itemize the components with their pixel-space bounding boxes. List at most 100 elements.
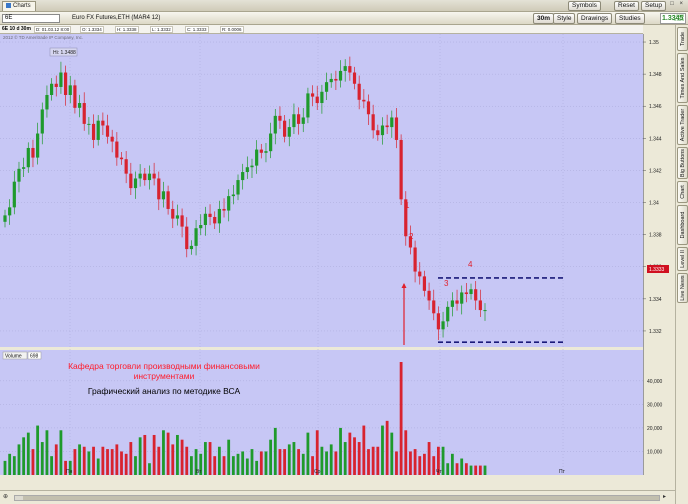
volume-bar — [17, 444, 21, 475]
pane-divider[interactable] — [0, 347, 643, 350]
candle-body — [22, 167, 26, 169]
sidetab-big-buttons[interactable]: Big Buttons — [677, 147, 688, 179]
candle-body — [110, 136, 114, 142]
volume-bar — [12, 456, 16, 475]
volume-bar — [120, 451, 123, 475]
volume-bar — [22, 437, 26, 475]
candle-body — [96, 120, 100, 140]
candle-body — [180, 215, 184, 227]
volume-bar — [59, 430, 63, 475]
candle-body — [115, 141, 119, 158]
volume-bar — [292, 442, 296, 475]
scroll-thumb[interactable] — [23, 496, 659, 500]
drawings-button[interactable]: Drawings — [577, 13, 613, 24]
style-button[interactable]: Style — [553, 13, 576, 24]
sidetab-trade-label: Trade — [679, 31, 686, 47]
tab-charts[interactable]: Charts — [2, 1, 36, 11]
candle-body — [334, 78, 338, 81]
candle-body — [245, 167, 249, 173]
candle-body — [287, 127, 291, 137]
sidetab-level-ii[interactable]: Level II — [677, 247, 688, 271]
last-price-box: 1.3345 +.0008 +0.06% — [660, 13, 686, 24]
volume-bar — [166, 432, 170, 475]
candle-body — [101, 120, 105, 126]
setup-button[interactable]: Setup — [641, 1, 666, 11]
candle-body — [87, 123, 91, 125]
candle-body — [175, 215, 180, 219]
candle-body — [50, 83, 54, 95]
candle-body — [203, 213, 207, 226]
candle-body — [59, 72, 63, 87]
reset-button[interactable]: Reset — [614, 1, 639, 11]
price-tick-label: 1.344 — [649, 136, 662, 142]
candle-body — [73, 85, 77, 108]
volume-bar — [259, 451, 263, 475]
zoom-icon[interactable]: ⊕ — [3, 493, 8, 500]
volume-bar — [3, 460, 7, 475]
sidetab-live-news-label: Live News — [679, 275, 686, 301]
volume-bar — [138, 437, 142, 475]
volume-bar — [273, 427, 277, 475]
volume-bar — [385, 420, 389, 475]
candle-body — [352, 72, 357, 84]
candle-body — [310, 93, 315, 97]
info-date: D: 01.03.12 8:00 — [34, 26, 72, 33]
volume-bar — [203, 442, 207, 475]
candle-body — [324, 82, 329, 92]
studies-button[interactable]: Studies — [615, 13, 645, 24]
volume-bar — [343, 442, 347, 475]
volume-bar — [423, 453, 426, 475]
current-price-value: 1.3333 — [649, 267, 665, 273]
sidetab-chart[interactable]: Chart — [677, 181, 688, 203]
volume-bar — [469, 465, 473, 475]
volume-bar — [264, 451, 268, 475]
day-label: Вт — [196, 469, 202, 475]
sidetab-times-and-sales[interactable]: Times And Sales — [677, 53, 688, 103]
price-volume-chart[interactable]: Hi: 1.3488 1 2 3 4 Volume 698 Пн Вт Ср Чт Пт — [0, 34, 643, 475]
volume-bar — [409, 451, 412, 475]
sidetab-live-news[interactable]: Live News — [677, 273, 688, 303]
volume-bar — [320, 446, 324, 475]
wave-label-2: 2 — [409, 232, 414, 241]
candle-body — [152, 173, 156, 179]
volume-bar — [82, 446, 86, 475]
scroll-track[interactable] — [14, 495, 660, 501]
volume-bar — [8, 453, 12, 475]
symbols-button[interactable]: Symbols — [568, 1, 601, 11]
candle-body — [315, 96, 319, 104]
volume-bar — [110, 449, 114, 475]
price-axis[interactable]: 1.351.3481.3461.3441.3421.341.3381.3361.… — [643, 34, 675, 475]
scroll-right-icon[interactable]: ▸ — [663, 493, 666, 500]
candle-body — [413, 247, 417, 272]
sidetab-active-trader[interactable]: Active Trader — [677, 105, 688, 145]
sidetab-trade[interactable]: Trade — [677, 27, 688, 51]
symbols-label: Symbols — [572, 2, 597, 9]
volume-bar — [427, 442, 431, 475]
change-pct: +0.06% — [672, 18, 684, 22]
sidetab-dashboard[interactable]: Dashboard — [677, 205, 688, 245]
candle-body — [478, 300, 482, 311]
candle-body — [217, 208, 221, 224]
volume-bar — [478, 465, 482, 475]
candle-body — [222, 208, 226, 211]
candle-body — [166, 191, 170, 209]
sidetab-active-trader-label: Active Trader — [679, 108, 686, 142]
candle-body — [338, 70, 343, 81]
candle-body — [124, 159, 128, 174]
volume-bar — [231, 456, 235, 475]
price-tick-label: 1.338 — [649, 233, 662, 239]
time-scrollbar[interactable]: ⊕ ▸ — [0, 490, 675, 504]
volume-bar — [115, 444, 119, 475]
symbol-input[interactable]: 6E — [2, 14, 60, 23]
volume-bar — [129, 442, 133, 475]
candle-body — [161, 191, 166, 200]
candle-body — [54, 83, 58, 87]
volume-bar — [367, 449, 370, 475]
volume-bar — [162, 430, 165, 475]
hi-label: Hi: 1.3488 — [49, 47, 78, 57]
period-button[interactable]: 30m — [533, 13, 555, 24]
candle-body — [441, 321, 445, 330]
candle-body — [390, 117, 394, 128]
price-tick-label: 1.348 — [649, 72, 662, 78]
volume-bar — [455, 463, 459, 475]
